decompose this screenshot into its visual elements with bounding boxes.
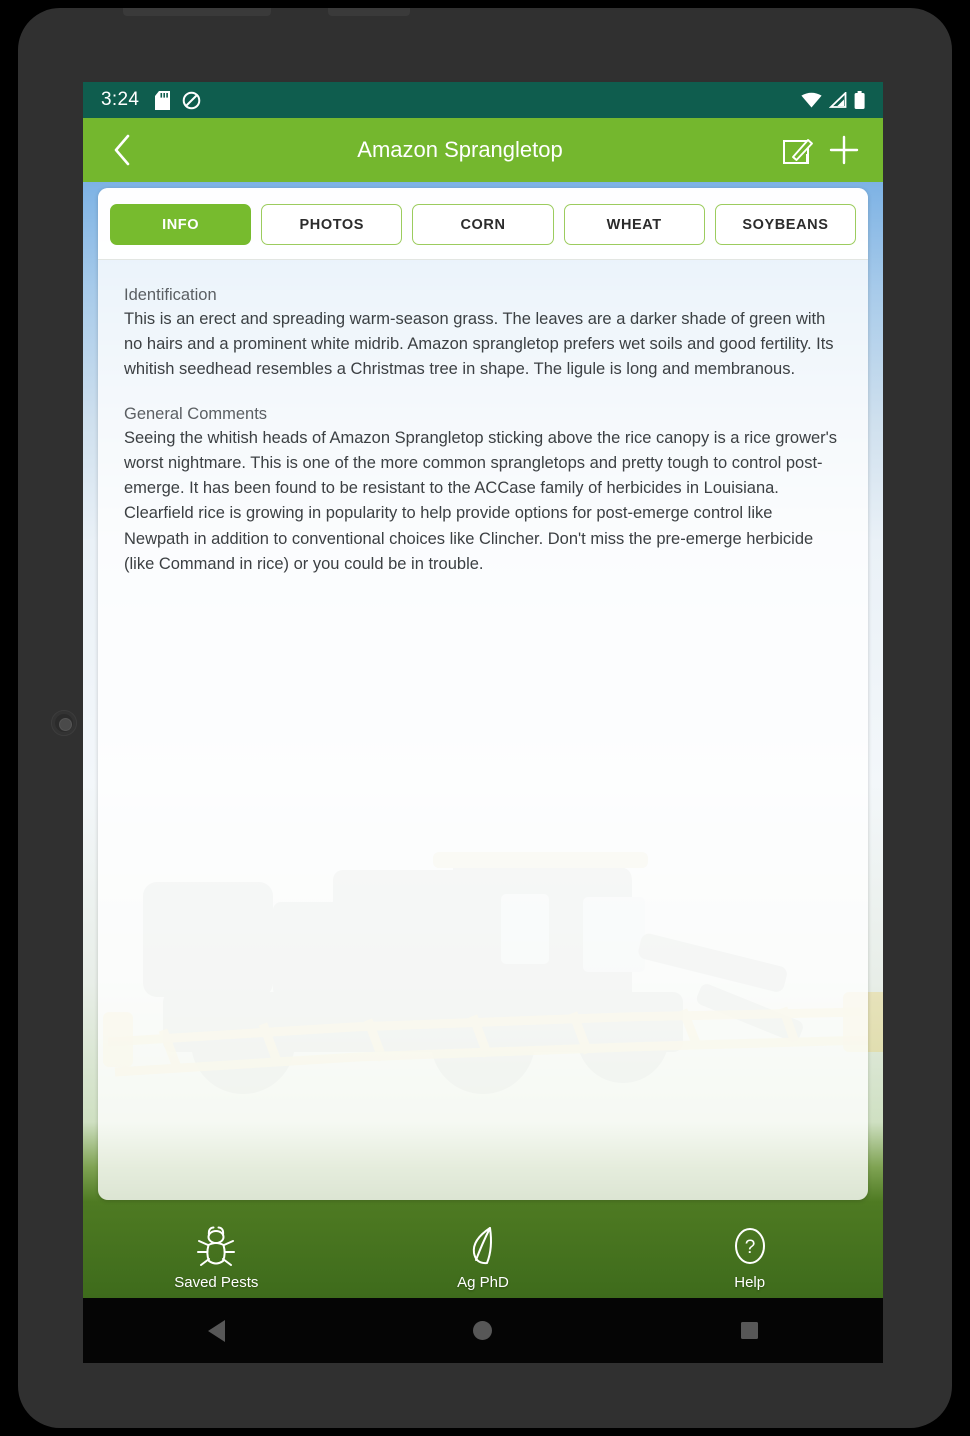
identification-section: Identification This is an erect and spre… xyxy=(124,286,842,383)
recents-square-icon xyxy=(741,1322,759,1339)
device-top-button-left xyxy=(123,8,271,16)
android-home-key[interactable] xyxy=(448,1311,518,1351)
edit-pencil-icon xyxy=(783,139,813,164)
wifi-icon xyxy=(801,92,822,108)
leaf-icon xyxy=(472,1227,492,1265)
back-triangle-icon xyxy=(207,1319,225,1342)
general-comments-section: General Comments Seeing the whitish head… xyxy=(124,405,842,577)
status-bar-clock: 3:24 xyxy=(101,89,140,110)
general-comments-heading: General Comments xyxy=(124,404,268,423)
device-screen: 3:24 Amazon Sprangletop INFO PHOTOS CORN… xyxy=(83,82,883,1363)
tab-corn[interactable]: CORN xyxy=(412,204,554,245)
android-status-bar: 3:24 xyxy=(83,82,883,118)
bottom-nav-ag-phd[interactable]: Ag PhD xyxy=(350,1226,617,1291)
android-recents-key[interactable] xyxy=(715,1311,785,1351)
home-circle-icon xyxy=(473,1321,493,1340)
cell-signal-icon xyxy=(829,92,847,108)
chevron-left-icon xyxy=(114,134,130,166)
content-card: INFO PHOTOS CORN WHEAT SOYBEANS Identifi… xyxy=(98,188,868,1200)
edit-button[interactable] xyxy=(775,127,821,173)
identification-heading: Identification xyxy=(124,286,217,304)
bottom-nav-help-label: Help xyxy=(734,1274,766,1291)
front-camera-lens xyxy=(51,710,77,736)
bottom-nav-saved-pests[interactable]: Saved Pests xyxy=(83,1226,350,1291)
android-back-key[interactable] xyxy=(181,1311,251,1351)
bug-icon xyxy=(197,1226,236,1266)
bottom-nav-saved-pests-label: Saved Pests xyxy=(174,1274,259,1291)
bottom-nav-help[interactable]: ? Help xyxy=(616,1226,883,1291)
add-button[interactable] xyxy=(821,127,867,173)
page-title: Amazon Sprangletop xyxy=(357,137,563,162)
back-button[interactable] xyxy=(99,127,145,173)
tab-photos[interactable]: PHOTOS xyxy=(261,204,403,245)
info-article: Identification This is an erect and spre… xyxy=(98,260,868,577)
battery-icon xyxy=(854,91,865,109)
do-not-disturb-icon xyxy=(182,91,201,109)
tab-wheat[interactable]: WHEAT xyxy=(563,204,705,245)
tab-info[interactable]: INFO xyxy=(110,204,252,245)
question-circle-icon: ? xyxy=(734,1228,765,1264)
android-navigation-bar xyxy=(83,1298,883,1363)
svg-text:?: ? xyxy=(744,1237,755,1258)
tab-soybeans[interactable]: SOYBEANS xyxy=(714,204,857,245)
tab-bar: INFO PHOTOS CORN WHEAT SOYBEANS xyxy=(98,188,868,260)
app-bar: Amazon Sprangletop xyxy=(83,118,883,182)
device-top-button-right xyxy=(328,8,410,16)
identification-body: This is an erect and spreading warm-seas… xyxy=(124,310,834,379)
sd-card-icon xyxy=(155,90,171,110)
general-comments-body: Seeing the whitish heads of Amazon Spran… xyxy=(124,428,838,573)
plus-icon xyxy=(829,135,859,165)
bottom-nav-ag-phd-label: Ag PhD xyxy=(457,1274,509,1291)
